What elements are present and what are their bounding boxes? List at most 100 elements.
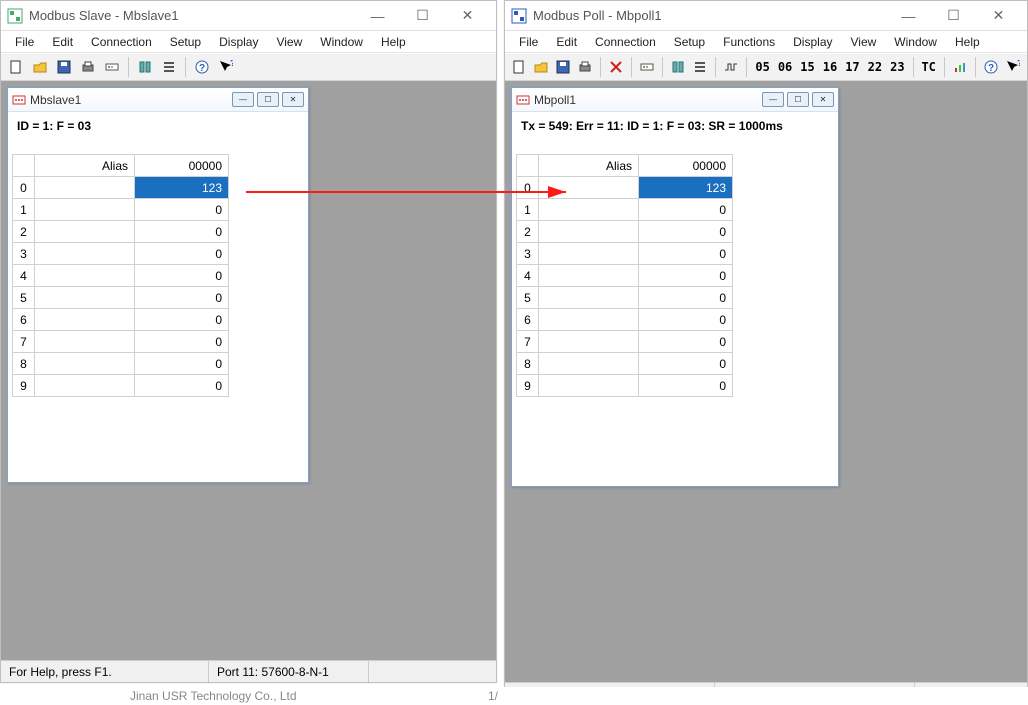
table-row[interactable]: 30: [13, 243, 229, 265]
comm-icon[interactable]: [101, 56, 123, 78]
print-icon[interactable]: [575, 56, 595, 78]
menu-file[interactable]: File: [7, 33, 42, 51]
value-cell[interactable]: 0: [639, 265, 733, 287]
value-cell[interactable]: 0: [639, 331, 733, 353]
row-header[interactable]: 7: [13, 331, 35, 353]
child-maximize-button[interactable]: ☐: [257, 92, 279, 107]
menu-setup[interactable]: Setup: [162, 33, 209, 51]
maximize-button[interactable]: ☐: [400, 1, 445, 31]
chart-icon[interactable]: [950, 56, 970, 78]
row-header[interactable]: 6: [517, 309, 539, 331]
alias-cell[interactable]: [35, 287, 135, 309]
value-cell[interactable]: 0: [135, 309, 229, 331]
alias-cell[interactable]: [539, 243, 639, 265]
alias-cell[interactable]: [539, 331, 639, 353]
new-icon[interactable]: [509, 56, 529, 78]
menu-window[interactable]: Window: [312, 33, 371, 51]
value-cell[interactable]: 0: [135, 221, 229, 243]
alias-cell[interactable]: [539, 221, 639, 243]
alias-cell[interactable]: [539, 353, 639, 375]
table-row[interactable]: 90: [517, 375, 733, 397]
table-row[interactable]: 50: [13, 287, 229, 309]
child-minimize-button[interactable]: —: [232, 92, 254, 107]
value-cell[interactable]: 0: [639, 353, 733, 375]
menu-view[interactable]: View: [843, 33, 885, 51]
print-icon[interactable]: [77, 56, 99, 78]
row-header[interactable]: 7: [517, 331, 539, 353]
disconnect-icon[interactable]: [606, 56, 626, 78]
alias-cell[interactable]: [35, 353, 135, 375]
setup-icon[interactable]: [668, 56, 688, 78]
fc-23[interactable]: 23: [887, 60, 907, 74]
maximize-button[interactable]: ☐: [931, 1, 976, 31]
row-header[interactable]: 4: [517, 265, 539, 287]
alias-cell[interactable]: [35, 265, 135, 287]
comm-icon[interactable]: [637, 56, 657, 78]
menu-window[interactable]: Window: [886, 33, 945, 51]
table-row[interactable]: 0123: [13, 177, 229, 199]
col-header-value[interactable]: 00000: [639, 155, 733, 177]
menu-functions[interactable]: Functions: [715, 33, 783, 51]
child-title-right[interactable]: Mbpoll1 — ☐ ✕: [512, 88, 838, 112]
child-close-button[interactable]: ✕: [812, 92, 834, 107]
value-cell[interactable]: 0: [135, 265, 229, 287]
value-cell[interactable]: 123: [639, 177, 733, 199]
col-header-value[interactable]: 00000: [135, 155, 229, 177]
row-header[interactable]: 5: [13, 287, 35, 309]
save-icon[interactable]: [553, 56, 573, 78]
child-minimize-button[interactable]: —: [762, 92, 784, 107]
fc-06[interactable]: 06: [775, 60, 795, 74]
setup-icon[interactable]: [134, 56, 156, 78]
child-maximize-button[interactable]: ☐: [787, 92, 809, 107]
menu-display[interactable]: Display: [785, 33, 840, 51]
child-title-left[interactable]: Mbslave1 — ☐ ✕: [8, 88, 308, 112]
value-cell[interactable]: 0: [639, 287, 733, 309]
fc-16[interactable]: 16: [820, 60, 840, 74]
table-row[interactable]: 60: [517, 309, 733, 331]
menu-view[interactable]: View: [268, 33, 310, 51]
menu-display[interactable]: Display: [211, 33, 266, 51]
list-icon[interactable]: [690, 56, 710, 78]
whatsthis-icon[interactable]: ?: [1003, 56, 1023, 78]
new-icon[interactable]: [5, 56, 27, 78]
table-row[interactable]: 20: [517, 221, 733, 243]
fc-22[interactable]: 22: [865, 60, 885, 74]
table-row[interactable]: 60: [13, 309, 229, 331]
minimize-button[interactable]: —: [355, 1, 400, 31]
alias-cell[interactable]: [35, 309, 135, 331]
table-row[interactable]: 80: [517, 353, 733, 375]
row-header[interactable]: 6: [13, 309, 35, 331]
alias-cell[interactable]: [35, 177, 135, 199]
titlebar-right[interactable]: Modbus Poll - Mbpoll1 — ☐ ✕: [505, 1, 1027, 31]
help-icon[interactable]: ?: [981, 56, 1001, 78]
close-button[interactable]: ✕: [976, 1, 1021, 31]
value-cell[interactable]: 0: [135, 199, 229, 221]
table-row[interactable]: 30: [517, 243, 733, 265]
value-cell[interactable]: 0: [639, 221, 733, 243]
row-header[interactable]: 3: [13, 243, 35, 265]
value-cell[interactable]: 0: [135, 353, 229, 375]
row-header[interactable]: 9: [13, 375, 35, 397]
table-row[interactable]: 80: [13, 353, 229, 375]
titlebar-left[interactable]: Modbus Slave - Mbslave1 — ☐ ✕: [1, 1, 496, 31]
child-close-button[interactable]: ✕: [282, 92, 304, 107]
alias-cell[interactable]: [539, 309, 639, 331]
help-icon[interactable]: ?: [191, 56, 213, 78]
col-header-alias[interactable]: Alias: [539, 155, 639, 177]
row-header[interactable]: 4: [13, 265, 35, 287]
table-row[interactable]: 10: [13, 199, 229, 221]
alias-cell[interactable]: [539, 287, 639, 309]
table-row[interactable]: 40: [13, 265, 229, 287]
menu-file[interactable]: File: [511, 33, 546, 51]
child-window-mbpoll1[interactable]: Mbpoll1 — ☐ ✕ Tx = 549: Err = 11: ID = 1…: [511, 87, 839, 487]
child-window-mbslave1[interactable]: Mbslave1 — ☐ ✕ ID = 1: F = 03 Alias 0000…: [7, 87, 309, 483]
alias-cell[interactable]: [35, 243, 135, 265]
alias-cell[interactable]: [539, 265, 639, 287]
table-row[interactable]: 70: [517, 331, 733, 353]
value-cell[interactable]: 0: [135, 243, 229, 265]
value-cell[interactable]: 0: [639, 309, 733, 331]
row-header[interactable]: 2: [13, 221, 35, 243]
table-row[interactable]: 20: [13, 221, 229, 243]
alias-cell[interactable]: [35, 221, 135, 243]
table-row[interactable]: 50: [517, 287, 733, 309]
